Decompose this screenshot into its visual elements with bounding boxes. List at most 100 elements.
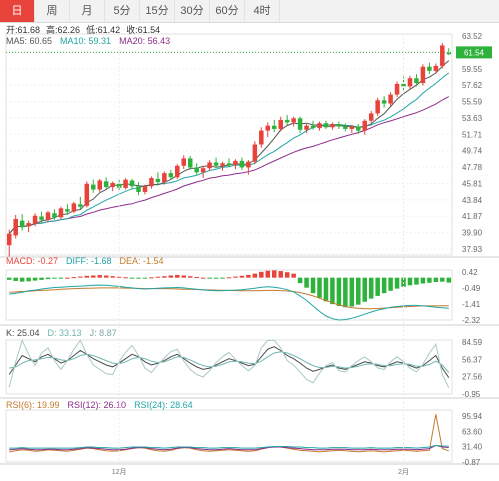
tab-5[interactable]: 30分 [175, 0, 210, 22]
rsi-y-tick: -0.87 [462, 458, 481, 467]
macd-bar [194, 276, 199, 278]
tab-0[interactable]: 日 [0, 0, 35, 22]
price-y-tick: 53.63 [462, 114, 483, 123]
macd-bar [84, 275, 90, 278]
candle-body [213, 162, 219, 166]
macd-bar [265, 270, 271, 278]
price-y-tick: 43.84 [462, 196, 483, 205]
price-y-tick: 55.59 [462, 98, 483, 107]
macd-bar [381, 277, 387, 294]
tab-4[interactable]: 15分 [140, 0, 175, 22]
tab-6[interactable]: 60分 [210, 0, 245, 22]
macd-bar [45, 277, 51, 280]
macd-bar [155, 276, 161, 278]
macd-bar [297, 277, 303, 284]
candle-body [97, 180, 102, 190]
macd-bar [291, 273, 296, 278]
candle-body [362, 120, 368, 131]
candle-body [259, 130, 264, 145]
macd-label-0: MACD: -0.27 [6, 256, 58, 266]
candle-body [32, 215, 38, 224]
kdj-y-tick: -0.95 [462, 390, 481, 399]
candle-body [90, 184, 96, 190]
stock-chart: 63.52 59.55 57.62 55.59 53.63 51.71 49.74 47.78… [0, 24, 499, 476]
macd-bar [407, 277, 413, 286]
kdj-y-tick: 56.37 [462, 355, 483, 364]
candle-body [323, 123, 329, 128]
macd-bar [65, 277, 70, 279]
candle-body [13, 218, 18, 236]
macd-bar [343, 277, 348, 308]
candle-body [6, 233, 12, 246]
candle-body [103, 181, 109, 188]
macd-bar [97, 275, 102, 278]
macd-bar [330, 277, 335, 305]
candle-body [349, 126, 355, 129]
kdj-line-J [8, 338, 450, 389]
candle-body [420, 66, 426, 84]
candle-body [78, 204, 83, 207]
macd-bar [349, 277, 355, 307]
macd-bar [136, 277, 141, 279]
price-y-tick: 39.90 [462, 229, 483, 238]
price-y-tick: 63.52 [462, 32, 483, 41]
candle-body [310, 125, 316, 129]
candle-body [58, 208, 64, 218]
rsi-y-tick: 31.40 [462, 443, 483, 452]
candle-body [52, 213, 57, 218]
candle-body [336, 124, 342, 127]
candle-body [187, 158, 193, 168]
macd-bar [142, 277, 148, 279]
price-y-tick: 49.74 [462, 147, 483, 156]
candle-body [175, 165, 180, 178]
tab-2[interactable]: 月 [70, 0, 105, 22]
candle-body [19, 220, 25, 228]
macd-label-1: DIFF: -1.68 [66, 256, 112, 266]
macd-bar [71, 277, 77, 279]
macd-bar [110, 276, 115, 278]
tab-1[interactable]: 周 [35, 0, 70, 22]
macd-y-tick: -0.49 [462, 284, 481, 293]
candle-body [149, 178, 154, 187]
macd-bar [52, 277, 57, 279]
candle-body [39, 216, 44, 220]
candle-body [278, 119, 283, 129]
macd-bar [259, 271, 264, 278]
macd-bar [187, 276, 193, 278]
candle-body [142, 186, 148, 192]
macd-bar [278, 271, 283, 278]
tab-7[interactable]: 4时 [245, 0, 280, 22]
candle-body [220, 163, 225, 166]
macd-bar [271, 270, 277, 278]
macd-bar [427, 277, 432, 283]
candle-body [304, 125, 309, 130]
macd-bar [13, 277, 18, 281]
macd-bar [284, 272, 290, 278]
price-info-high: 高:62.26 [46, 24, 80, 35]
macd-label-2: DEA: -1.54 [120, 256, 164, 266]
price-y-tick: 57.62 [462, 81, 483, 90]
candle-body [317, 123, 322, 129]
price-y-tick: 59.55 [462, 65, 483, 74]
macd-bar [26, 277, 31, 282]
candle-body [368, 113, 374, 121]
candle-body [239, 160, 245, 168]
macd-bar [162, 276, 167, 278]
candle-body [356, 126, 361, 131]
kdj-y-tick: 84.59 [462, 338, 483, 347]
macd-y-tick: -2.32 [462, 316, 481, 325]
candle-body [200, 168, 206, 173]
candle-body [394, 83, 400, 95]
candle-body [129, 180, 135, 187]
candle-body [330, 124, 335, 128]
rsi-label-0: RSI(6): 19.99 [6, 400, 60, 410]
macd-bar [149, 277, 154, 279]
macd-bar [414, 277, 419, 285]
macd-y-tick: -1.41 [462, 300, 481, 309]
candle-body [26, 223, 31, 227]
x-axis-label: 2月 [398, 468, 409, 476]
macd-bar [317, 277, 322, 298]
macd-bar [207, 277, 212, 279]
rsi-label-1: RSI(12): 26.10 [68, 400, 127, 410]
tab-3[interactable]: 5分 [105, 0, 140, 22]
